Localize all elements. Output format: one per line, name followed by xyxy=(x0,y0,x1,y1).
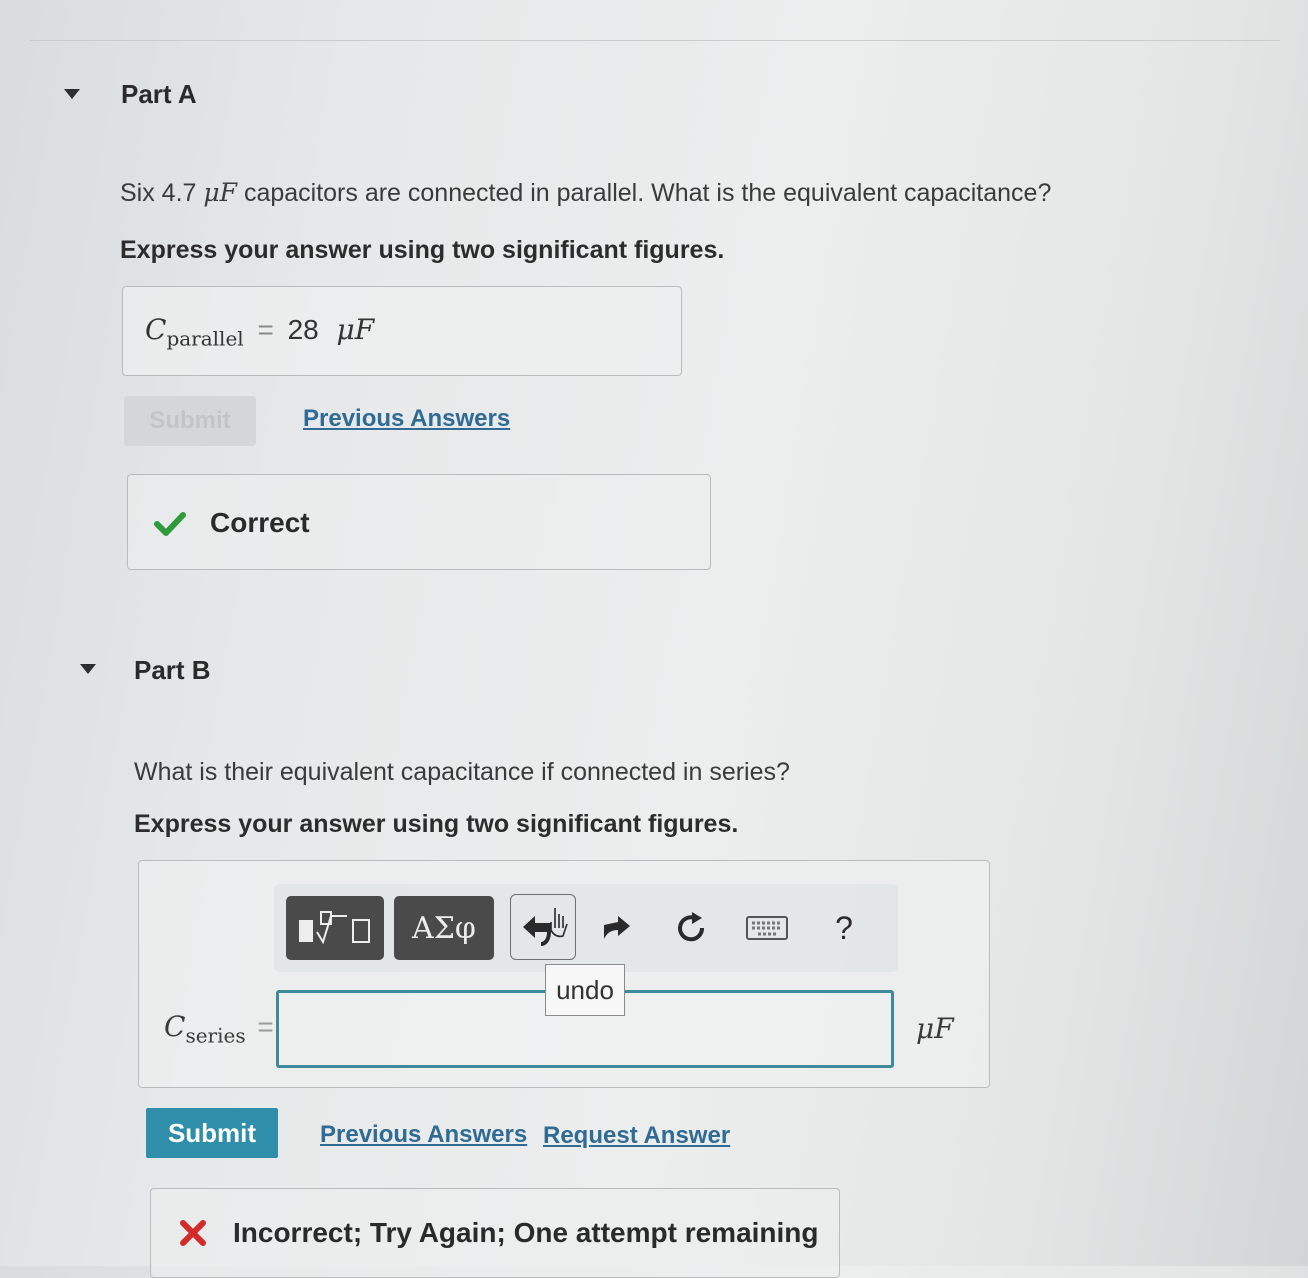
templates-button[interactable] xyxy=(286,896,384,960)
part-a-question: Six 4.7 μF capacitors are connected in p… xyxy=(120,178,1051,208)
top-divider xyxy=(30,40,1280,41)
answer-symbol: C xyxy=(145,313,167,346)
part-b-previous-answers-link[interactable]: Previous Answers xyxy=(320,1121,527,1149)
answer-subscript: series xyxy=(185,1023,246,1048)
part-b-collapse-icon[interactable] xyxy=(80,664,96,674)
part-a-collapse-icon[interactable] xyxy=(64,89,80,99)
part-a-previous-answers-link[interactable]: Previous Answers xyxy=(303,405,510,433)
question-value: Six 4.7 xyxy=(120,179,197,207)
keyboard-button[interactable] xyxy=(744,904,790,952)
answer-subscript: parallel xyxy=(166,326,244,351)
part-b-question: What is their equivalent capacitance if … xyxy=(134,758,790,786)
question-text: capacitors are connected in parallel. Wh… xyxy=(243,179,1052,207)
part-b-feedback-box: Incorrect; Try Again; One attempt remain… xyxy=(150,1188,840,1278)
reset-icon xyxy=(678,912,705,942)
part-a-submit-button[interactable]: Submit xyxy=(124,396,256,446)
undo-icon xyxy=(523,908,568,946)
part-b-title: Part B xyxy=(134,655,211,685)
fraction-root-icon xyxy=(299,911,370,945)
part-b-submit-button[interactable]: Submit xyxy=(146,1108,278,1158)
part-a-feedback-box: Correct xyxy=(127,474,711,570)
part-a-answer-expression: Cparallel = 28 μF xyxy=(145,313,374,351)
redo-button[interactable] xyxy=(596,904,640,952)
undo-button[interactable] xyxy=(510,894,576,960)
question-unit: μF xyxy=(203,178,237,207)
part-a-answer-box: Cparallel = 28 μF xyxy=(122,286,682,376)
part-b-instruction: Express your answer using two significan… xyxy=(134,810,739,838)
part-b-answer-unit: μF xyxy=(916,1012,954,1045)
answer-value: 28 xyxy=(287,314,319,345)
answer-unit: μF xyxy=(336,313,375,346)
incorrect-x-icon xyxy=(180,1220,206,1246)
keyboard-icon xyxy=(746,916,788,940)
equals-sign: = xyxy=(257,1011,274,1042)
request-answer-link[interactable]: Request Answer xyxy=(543,1122,730,1150)
redo-icon xyxy=(604,916,630,939)
reset-button[interactable] xyxy=(670,904,714,952)
undo-tooltip: undo xyxy=(545,964,625,1016)
checkmark-icon xyxy=(154,512,186,536)
correct-feedback-text: Correct xyxy=(210,507,310,538)
equals-sign: = xyxy=(257,314,274,345)
help-button[interactable]: ? xyxy=(822,904,866,952)
incorrect-feedback-text: Incorrect; Try Again; One attempt remain… xyxy=(233,1217,819,1248)
part-a-title: Part A xyxy=(121,79,197,109)
math-toolbar: ΑΣφ ? xyxy=(274,884,898,972)
greek-symbols-button[interactable]: ΑΣφ xyxy=(394,896,494,960)
answer-symbol: C xyxy=(164,1010,186,1043)
part-a-instruction: Express your answer using two significan… xyxy=(120,236,725,264)
part-b-answer-label: Cseries = xyxy=(164,1010,274,1048)
